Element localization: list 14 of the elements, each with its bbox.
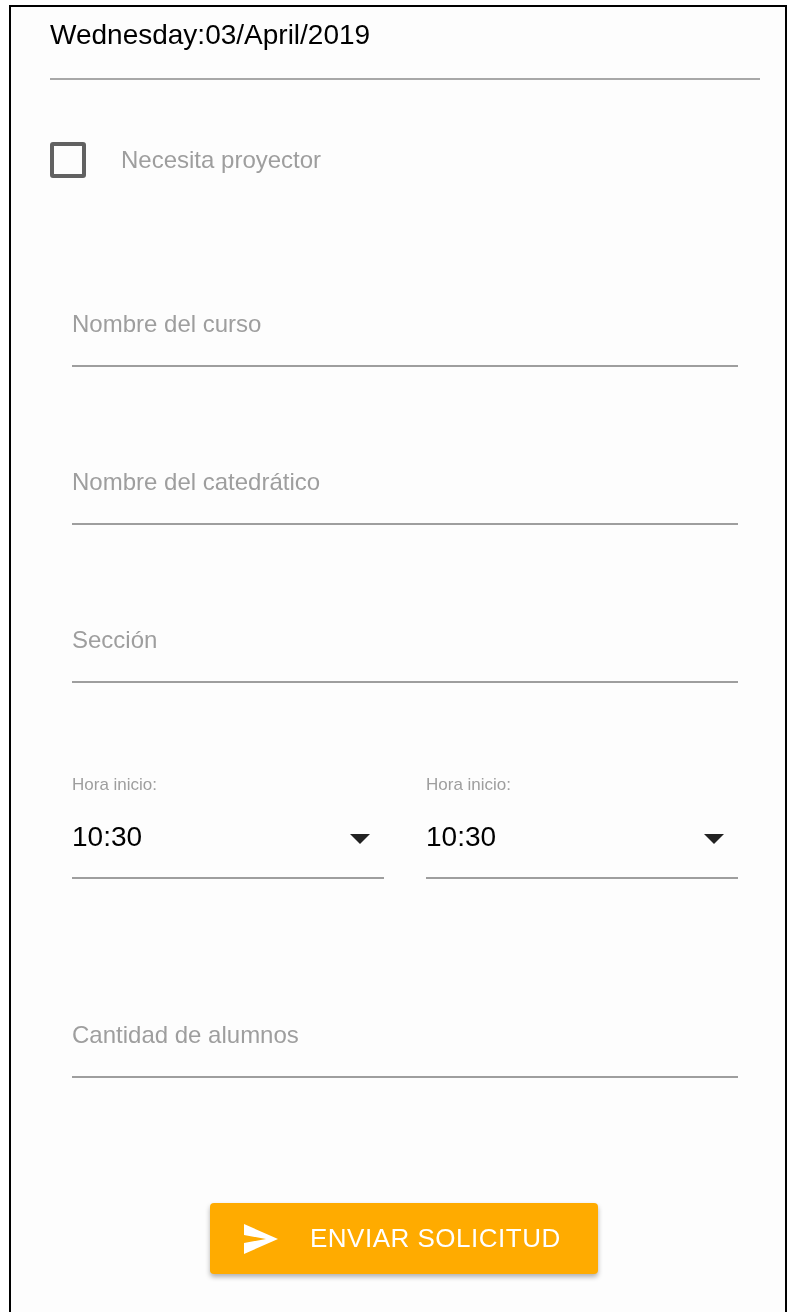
dropdown-arrow-icon — [350, 834, 370, 844]
text-field[interactable]: Cantidad de alumnos — [72, 1016, 738, 1078]
select-label: Hora inicio: — [72, 774, 158, 796]
checkbox[interactable] — [50, 142, 86, 178]
send-icon — [244, 1223, 278, 1254]
text-field[interactable]: Sección — [72, 621, 738, 683]
time-select[interactable]: 10:30 — [72, 817, 384, 879]
text-field[interactable]: Nombre del curso — [72, 305, 738, 367]
select-label: Hora inicio: — [426, 774, 512, 796]
dropdown-arrow-icon — [704, 834, 724, 844]
text-field[interactable]: Nombre del catedrático — [72, 463, 738, 525]
date-text: Wednesday:03/April/2019 — [50, 19, 371, 51]
checkbox-label: Necesita proyector — [121, 145, 322, 175]
time-select[interactable]: 10:30 — [426, 817, 738, 879]
